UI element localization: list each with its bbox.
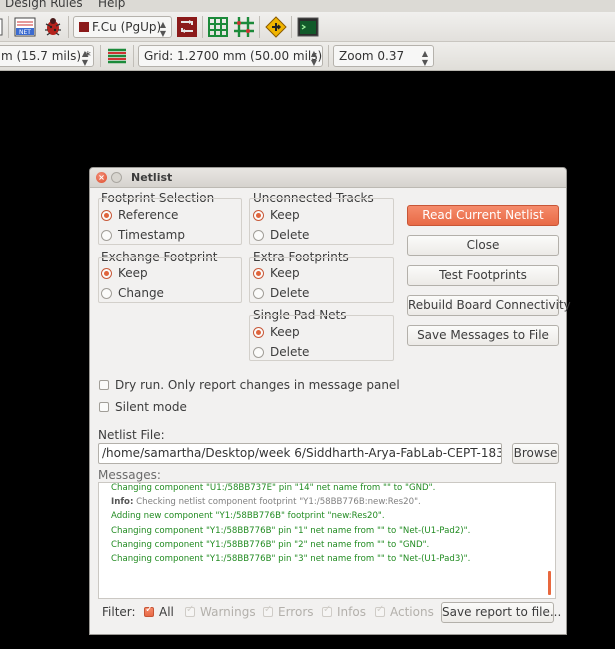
netlist-file-label: Netlist File: (98, 428, 165, 442)
radio-unconnected-keep[interactable]: Keep (253, 208, 300, 222)
dialog-titlebar[interactable]: × Netlist (90, 168, 566, 188)
filter-all-checkbox[interactable]: All (144, 604, 174, 619)
radio-unconnected-delete[interactable]: Delete (253, 228, 309, 242)
close-window-icon[interactable]: × (96, 172, 107, 183)
filter-label: Filter: (102, 605, 136, 619)
aux-toolbar: m (15.7 mils) * ▲ ▼ Grid: 1.2700 mm (50.0… (0, 42, 615, 71)
radio-extra-keep[interactable]: Keep (253, 266, 300, 280)
dialog-title: Netlist (131, 171, 173, 184)
radio-timestamp[interactable]: Timestamp (101, 228, 185, 242)
messages-scrollbar[interactable] (548, 571, 551, 595)
save-messages-button[interactable]: Save Messages to File (407, 325, 559, 346)
message-line: Changing component "Y1:/58BB776B" pin "2… (111, 539, 430, 550)
grid-icon[interactable] (207, 16, 229, 38)
messages-label: Messages: (98, 468, 161, 482)
radio-singlepad-delete[interactable]: Delete (253, 345, 309, 359)
bug-icon[interactable] (42, 16, 64, 38)
radio-exchange-keep[interactable]: Keep (101, 266, 148, 280)
close-button[interactable]: Close (407, 235, 559, 256)
layer-select[interactable]: F.Cu (PgUp) ▲ ▼ (73, 16, 172, 38)
browse-button[interactable]: Browse (512, 443, 559, 464)
message-line: Changing component "U1:/58BB737E" pin "1… (111, 483, 436, 493)
track-width-select[interactable]: m (15.7 mils) * ▲ ▼ (0, 45, 94, 67)
menubar: Design Rules Help (0, 0, 615, 12)
menu-design-rules[interactable]: Design Rules (5, 0, 83, 10)
silent-mode-checkbox[interactable]: Silent mode (99, 400, 187, 414)
netlist-dialog: × Netlist Footprint Selection Reference … (89, 167, 571, 635)
netlist-file-input[interactable]: /home/samartha/Desktop/week 6/Siddharth-… (98, 443, 502, 464)
scripting-console-icon[interactable] (297, 16, 319, 38)
netlist-icon[interactable]: NET (14, 16, 36, 38)
main-toolbar: NET F.Cu (PgUp) ▲ ▼ (0, 12, 615, 42)
radio-extra-delete[interactable]: Delete (253, 286, 309, 300)
radio-exchange-change[interactable]: Change (101, 286, 164, 300)
message-line: Changing component "Y1:/58BB776B" pin "1… (111, 525, 471, 536)
message-line: Adding new component "Y1:/58BB776B" foot… (111, 511, 385, 522)
filter-infos-checkbox[interactable]: Infos (322, 604, 366, 619)
filter-actions-checkbox[interactable]: Actions (375, 604, 434, 619)
read-netlist-button[interactable]: Read Current Netlist (407, 205, 559, 226)
autoroute-icon[interactable] (265, 16, 287, 38)
messages-panel[interactable]: Changing component "U1:/58BB737E" pin "1… (98, 482, 556, 599)
layer-color-swatch (79, 22, 89, 32)
zoom-select[interactable]: Zoom 0.37 ▲ ▼ (333, 45, 434, 67)
menu-help[interactable]: Help (98, 0, 125, 10)
test-footprints-button[interactable]: Test Footprints (407, 265, 559, 286)
radio-reference[interactable]: Reference (101, 208, 178, 222)
dry-run-checkbox[interactable]: Dry run. Only report changes in message … (99, 378, 400, 392)
filter-errors-checkbox[interactable]: Errors (263, 604, 314, 619)
message-line: Changing component "Y1:/58BB776B" pin "3… (111, 554, 471, 565)
radio-singlepad-keep[interactable]: Keep (253, 325, 300, 339)
filter-warnings-checkbox[interactable]: Warnings (185, 604, 256, 619)
rebuild-connectivity-button[interactable]: Rebuild Board Connectivity (407, 295, 571, 316)
layer-pair-icon[interactable] (176, 16, 198, 38)
save-report-button[interactable]: Save report to file... (441, 602, 561, 623)
partial-toolbar-icon[interactable] (0, 16, 4, 38)
svg-text:NET: NET (19, 29, 31, 36)
maximize-window-icon[interactable] (111, 172, 122, 183)
message-line: Info: Checking netlist component footpri… (111, 497, 421, 508)
via-size-icon[interactable] (106, 45, 128, 67)
grid-select[interactable]: Grid: 1.2700 mm (50.00 mils) ▲ ▼ (138, 45, 323, 67)
ratsnest-icon[interactable] (233, 16, 255, 38)
